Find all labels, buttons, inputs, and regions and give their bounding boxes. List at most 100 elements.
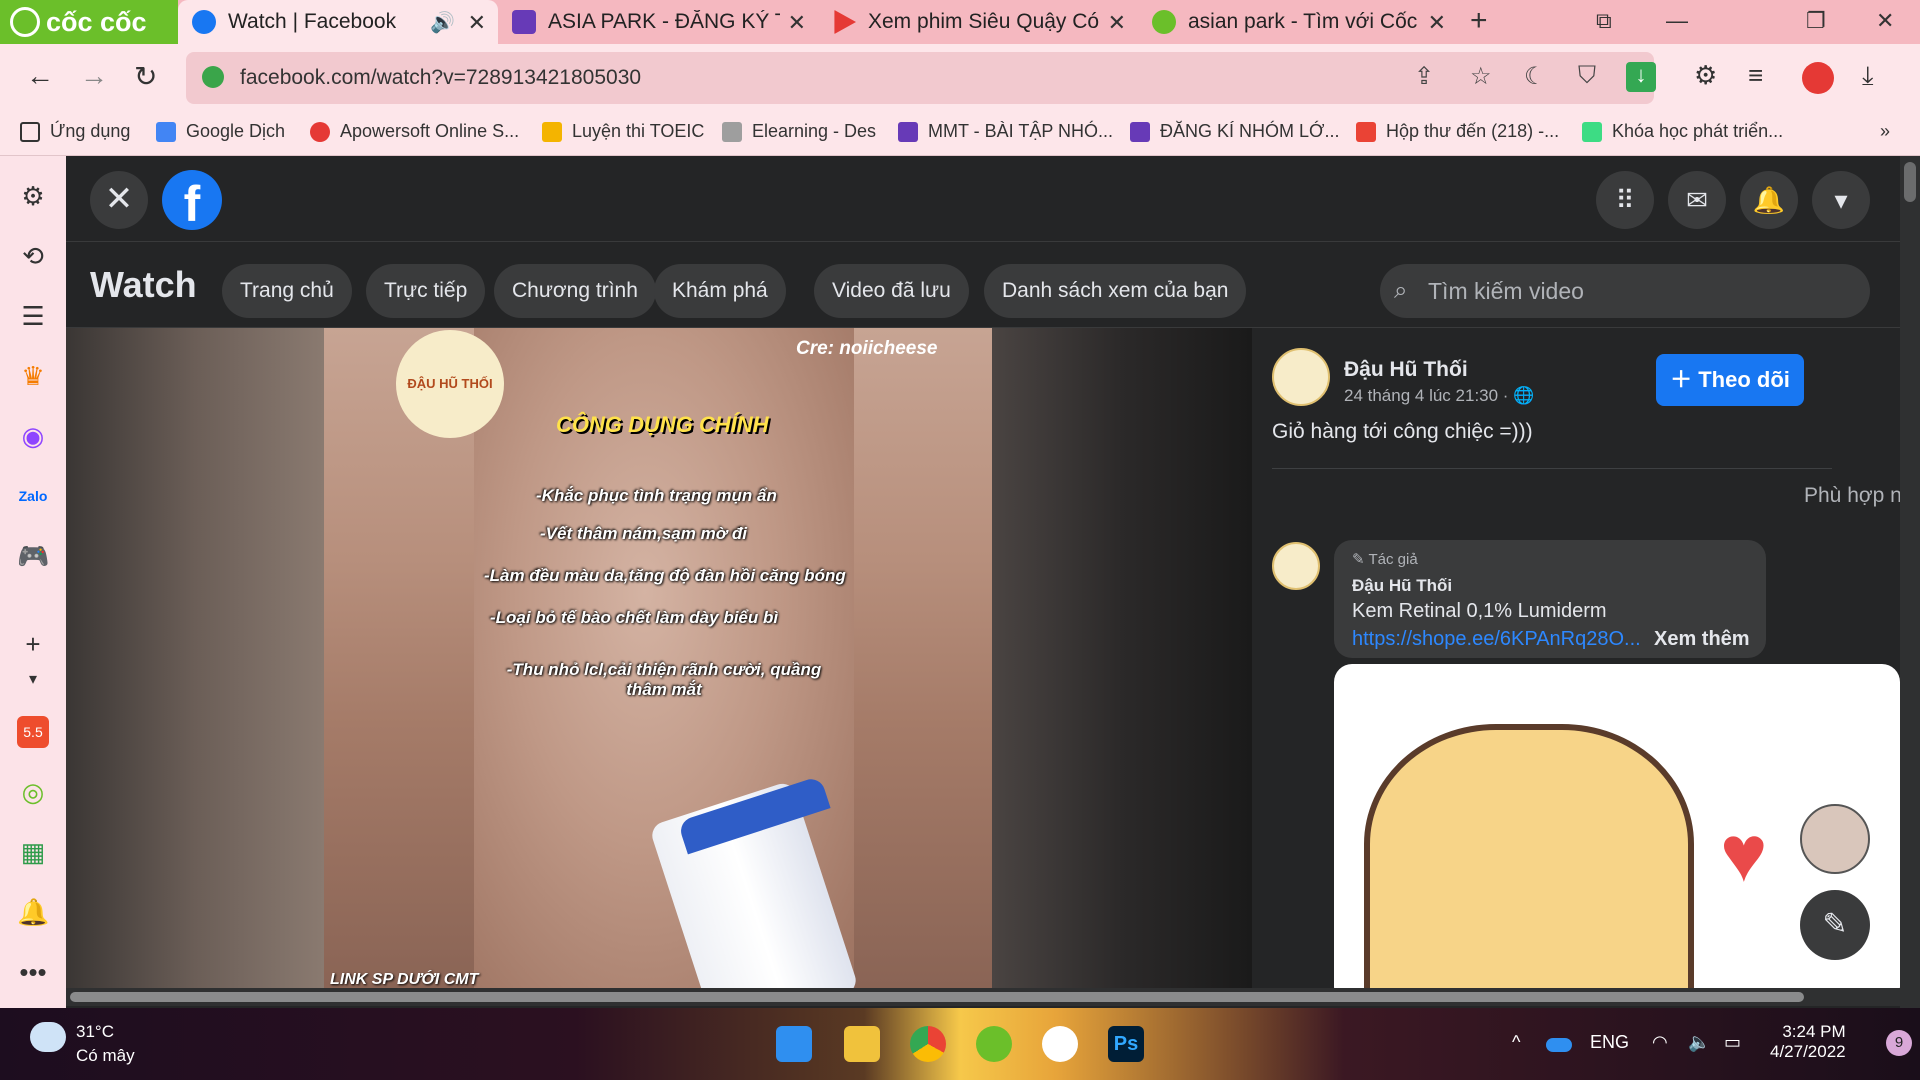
chat-head-avatar[interactable] — [1800, 804, 1870, 874]
video-player[interactable]: ĐẬU HŨ THỐI Cre: noiicheese CÔNG DỤNG CH… — [66, 328, 1252, 988]
chrome-icon[interactable] — [910, 1026, 946, 1062]
chevron-down-icon[interactable]: ▾ — [17, 664, 49, 696]
notification-badge[interactable]: 9 — [1886, 1030, 1912, 1056]
close-window-button[interactable]: ✕ — [1876, 8, 1894, 34]
history-icon[interactable]: ⟲ — [17, 240, 49, 272]
profile-avatar[interactable] — [1802, 62, 1834, 94]
system-clock[interactable]: 3:24 PM 4/27/2022 — [1770, 1022, 1846, 1062]
close-icon[interactable]: ✕ — [788, 10, 806, 36]
settings-icon[interactable]: ⚙ — [17, 180, 49, 212]
battery-icon[interactable]: ▭ — [1724, 1032, 1741, 1053]
weather-temp[interactable]: 31°C — [76, 1022, 114, 1042]
back-icon[interactable]: ← — [26, 60, 54, 92]
sheet-icon[interactable]: ▦ — [17, 836, 49, 868]
bookmark-khoa-hoc[interactable]: Khóa học phát triển... — [1582, 121, 1783, 142]
minimize-button[interactable]: — — [1666, 8, 1688, 34]
comment-avatar[interactable] — [1272, 542, 1320, 590]
coccoc-game-icon[interactable]: ◎ — [17, 776, 49, 808]
volume-icon[interactable]: 🔈 — [1688, 1032, 1710, 1053]
restore-button[interactable]: ❐ — [1806, 8, 1826, 34]
weather-cloud-icon[interactable] — [30, 1022, 66, 1052]
weather-condition[interactable]: Có mây — [76, 1046, 135, 1066]
bookmark-mmt[interactable]: MMT - BÀI TẬP NHÓ... — [898, 121, 1113, 142]
coccoc-taskbar-icon[interactable] — [976, 1026, 1012, 1062]
bookmark-toeic[interactable]: Luyện thi TOEIC — [542, 121, 704, 142]
nav-kham-pha[interactable]: Khám phá — [654, 264, 786, 318]
messenger-icon[interactable]: ✉ — [1668, 171, 1726, 229]
download-video-icon[interactable]: ↓ — [1626, 62, 1656, 92]
nav-trang-chu[interactable]: Trang chủ — [222, 264, 352, 318]
more-icon[interactable]: ••• — [17, 956, 49, 988]
see-more-link[interactable]: Xem thêm — [1654, 628, 1750, 651]
add-icon[interactable]: + — [17, 628, 49, 660]
tab-xem-phim[interactable]: Xem phim Siêu Quậy Có ✕ — [818, 0, 1138, 44]
onedrive-icon[interactable] — [1546, 1038, 1572, 1052]
nav-chuong-trinh[interactable]: Chương trình — [494, 264, 656, 318]
page-scrollbar[interactable] — [1900, 156, 1920, 1008]
speaker-icon[interactable]: 🔊 — [430, 10, 455, 35]
close-icon[interactable]: ✕ — [1428, 10, 1446, 36]
new-message-icon[interactable]: ✎ — [1800, 890, 1870, 960]
comment-sort-dropdown[interactable]: Phù hợp nhất — [1804, 484, 1900, 508]
tab-asia-park[interactable]: ASIA PARK - ĐĂNG KÝ TI ✕ — [498, 0, 818, 44]
scroll-thumb[interactable] — [1904, 162, 1916, 202]
horizontal-scrollbar[interactable] — [66, 988, 1900, 1006]
crown-icon[interactable]: ♛ — [17, 360, 49, 392]
tab-watch-facebook[interactable]: Watch | Facebook 🔊 ✕ — [178, 0, 498, 44]
bookmarks-overflow[interactable]: » — [1880, 121, 1890, 142]
nav-truc-tiep[interactable]: Trực tiếp — [366, 264, 486, 318]
downloads-icon[interactable]: ⤓ — [1862, 60, 1874, 92]
reading-list-icon[interactable]: ≡ — [1748, 60, 1763, 91]
video-search[interactable]: ⌕ — [1380, 264, 1870, 318]
notifications-icon[interactable]: 🔔 — [1740, 171, 1798, 229]
photoshop-icon[interactable]: Ps — [1108, 1026, 1144, 1062]
close-icon[interactable]: ✕ — [468, 10, 486, 36]
shield-icon[interactable]: ⛉ — [1578, 62, 1596, 90]
nav-danh-sach-xem[interactable]: Danh sách xem của bạn — [984, 264, 1247, 318]
coccoc-brand[interactable]: cốc cốc — [0, 0, 178, 44]
wifi-icon[interactable]: ◠ — [1652, 1032, 1668, 1053]
bookmark-apps[interactable]: Ứng dụng — [20, 121, 130, 142]
post-date[interactable]: 24 tháng 4 lúc 21:30 · 🌐 — [1344, 386, 1534, 406]
comment-link[interactable]: https://shope.ee/6KPAnRq28O... — [1352, 628, 1641, 651]
messenger-icon[interactable]: ◉ — [17, 420, 49, 452]
menu-grid-icon[interactable]: ⠿ — [1596, 171, 1654, 229]
bookmark-elearning[interactable]: Elearning - Des — [722, 121, 876, 142]
page-avatar[interactable] — [1272, 348, 1330, 406]
comment-author[interactable]: Đậu Hũ Thối — [1352, 576, 1452, 596]
paint-icon[interactable] — [1042, 1026, 1078, 1062]
tab-search-icon[interactable]: ⧉ — [1596, 8, 1612, 34]
follow-button[interactable]: ＋ Theo dõi — [1656, 354, 1804, 406]
video-search-input[interactable] — [1428, 264, 1858, 318]
file-explorer-icon[interactable] — [844, 1026, 880, 1062]
close-icon[interactable]: ✕ — [1108, 10, 1126, 36]
close-video-button[interactable]: ✕ — [90, 171, 148, 229]
dark-mode-icon[interactable]: ☾ — [1524, 62, 1546, 91]
new-tab-button[interactable]: + — [1470, 4, 1488, 38]
extensions-icon[interactable]: ⚙ — [1694, 60, 1717, 91]
zalo-icon[interactable]: Zalo — [17, 480, 49, 512]
page-name[interactable]: Đậu Hũ Thối — [1344, 358, 1468, 382]
forward-icon[interactable]: → — [80, 60, 108, 92]
nav-video-da-luu[interactable]: Video đã lưu — [814, 264, 969, 318]
bookmark-google-translate[interactable]: Google Dịch — [156, 121, 285, 142]
language-indicator[interactable]: ENG — [1590, 1032, 1629, 1053]
address-url[interactable]: facebook.com/watch?v=728913421805030 — [240, 66, 641, 90]
game-icon[interactable]: 🎮 — [17, 540, 49, 572]
tray-chevron-icon[interactable]: ^ — [1512, 1032, 1520, 1053]
share-icon[interactable]: ⇪ — [1414, 62, 1434, 91]
account-menu-icon[interactable]: ▾ — [1812, 171, 1870, 229]
notification-bell-icon[interactable]: 🔔 — [17, 896, 49, 928]
bookmark-dang-ki-nhom[interactable]: ĐĂNG KÍ NHÓM LỚ... — [1130, 121, 1339, 142]
start-icon[interactable] — [776, 1026, 812, 1062]
shopee-icon[interactable]: 5.5 — [17, 716, 49, 748]
bookmark-gmail[interactable]: Hộp thư đến (218) -... — [1356, 121, 1559, 142]
bookmark-apowersoft[interactable]: Apowersoft Online S... — [310, 121, 519, 142]
facebook-logo[interactable]: f — [162, 170, 222, 232]
tab-asian-park-search[interactable]: asian park - Tìm với Cốc ✕ — [1138, 0, 1458, 44]
follow-plus-icon: ＋ — [1670, 367, 1699, 392]
bookmark-star-icon[interactable]: ☆ — [1470, 62, 1492, 91]
address-bar[interactable]: facebook.com/watch?v=728913421805030 ⇪ ☆… — [186, 52, 1656, 104]
reading-list-icon[interactable]: ☰ — [17, 300, 49, 332]
reload-icon[interactable]: ↻ — [134, 60, 157, 93]
